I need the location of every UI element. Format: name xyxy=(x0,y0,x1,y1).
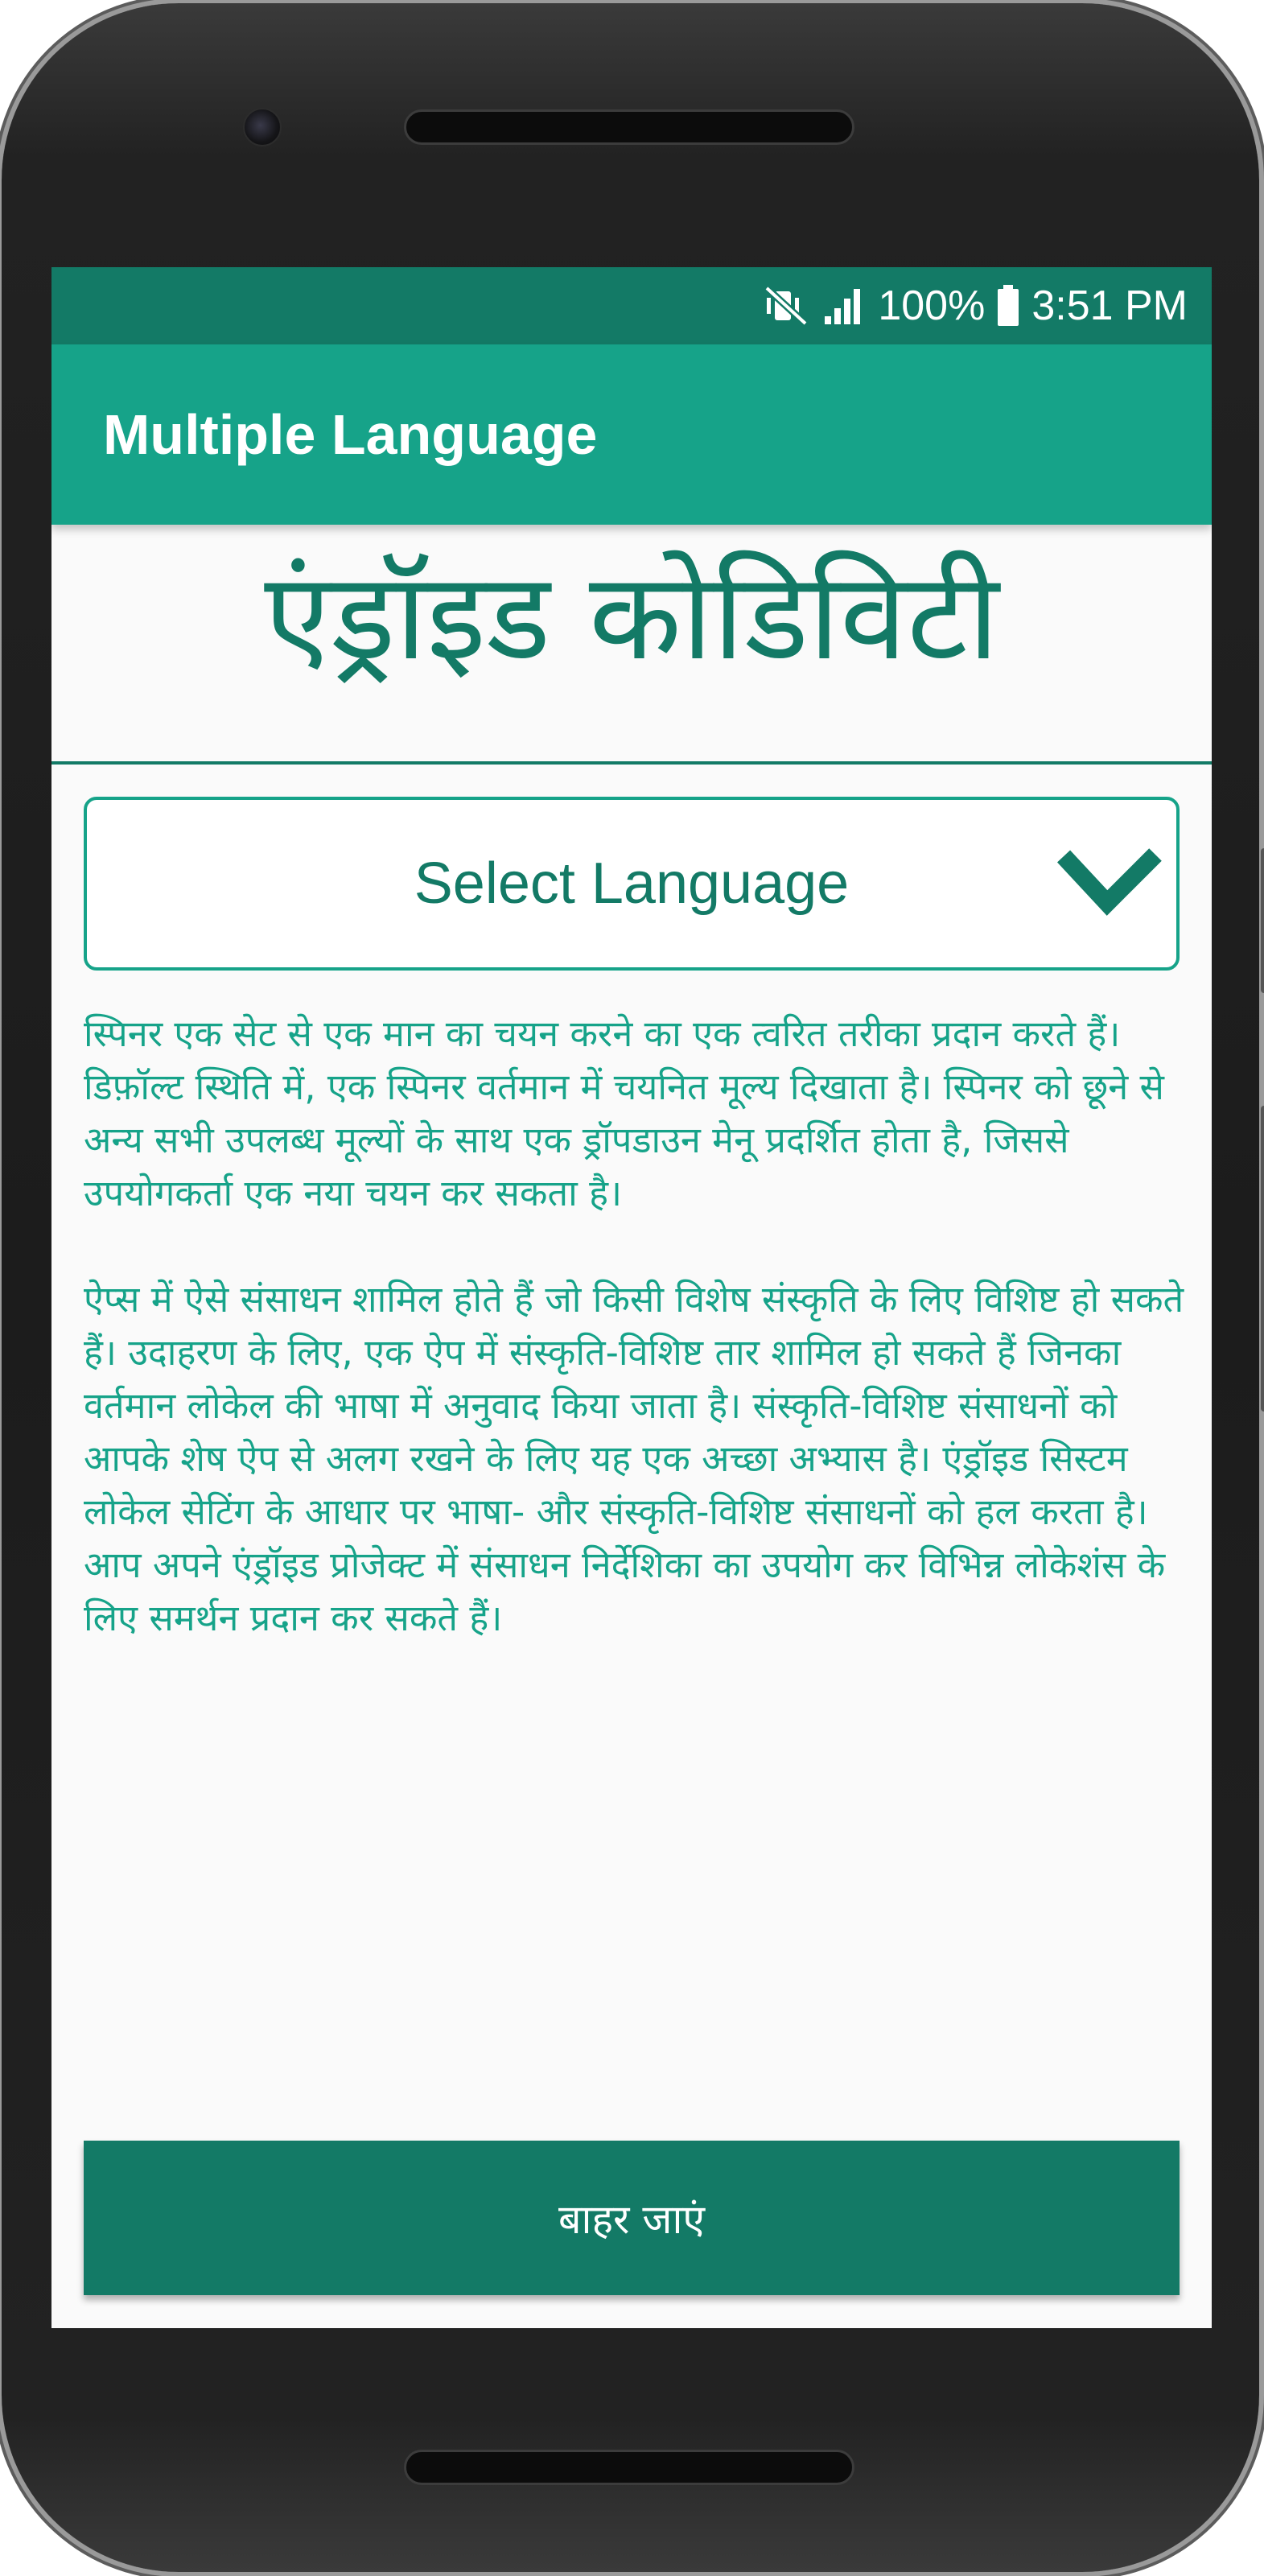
language-spinner[interactable]: Select Language xyxy=(84,797,1180,971)
description-paragraph-1: स्पिनर एक सेट से एक मान का चयन करने का ए… xyxy=(84,1012,1164,1214)
signal-icon xyxy=(821,286,867,326)
earpiece-speaker xyxy=(404,109,854,145)
battery-icon xyxy=(996,285,1020,327)
clock: 3:51 PM xyxy=(1031,282,1188,329)
vibrate-off-icon xyxy=(764,285,810,327)
power-button xyxy=(1261,848,1264,993)
spinner-selected-value: Select Language xyxy=(414,851,850,916)
chevron-down-icon xyxy=(1056,845,1162,921)
exit-button[interactable]: बाहर जाएं xyxy=(84,2141,1180,2295)
app-title: Multiple Language xyxy=(103,403,598,466)
screen: 100% 3:51 PM Multiple Language एंड्रॉइड … xyxy=(51,267,1212,2328)
phone-frame: 100% 3:51 PM Multiple Language एंड्रॉइड … xyxy=(2,3,1264,2572)
status-bar: 100% 3:51 PM xyxy=(51,267,1212,344)
status-icons: 100% 3:51 PM xyxy=(764,267,1188,344)
description: स्पिनर एक सेट से एक मान का चयन करने का ए… xyxy=(84,1008,1194,1698)
battery-level: 100% xyxy=(878,282,986,329)
volume-button xyxy=(1261,1106,1264,1412)
description-paragraph-2: ऐप्स में ऐसे संसाधन शामिल होते हैं जो कि… xyxy=(84,1278,1184,1639)
bottom-speaker xyxy=(404,2450,854,2485)
page-heading: एंड्रॉइड कोडिविटी xyxy=(264,547,999,687)
heading-divider xyxy=(51,761,1212,765)
app-bar: Multiple Language xyxy=(51,344,1212,525)
front-camera xyxy=(243,108,282,146)
